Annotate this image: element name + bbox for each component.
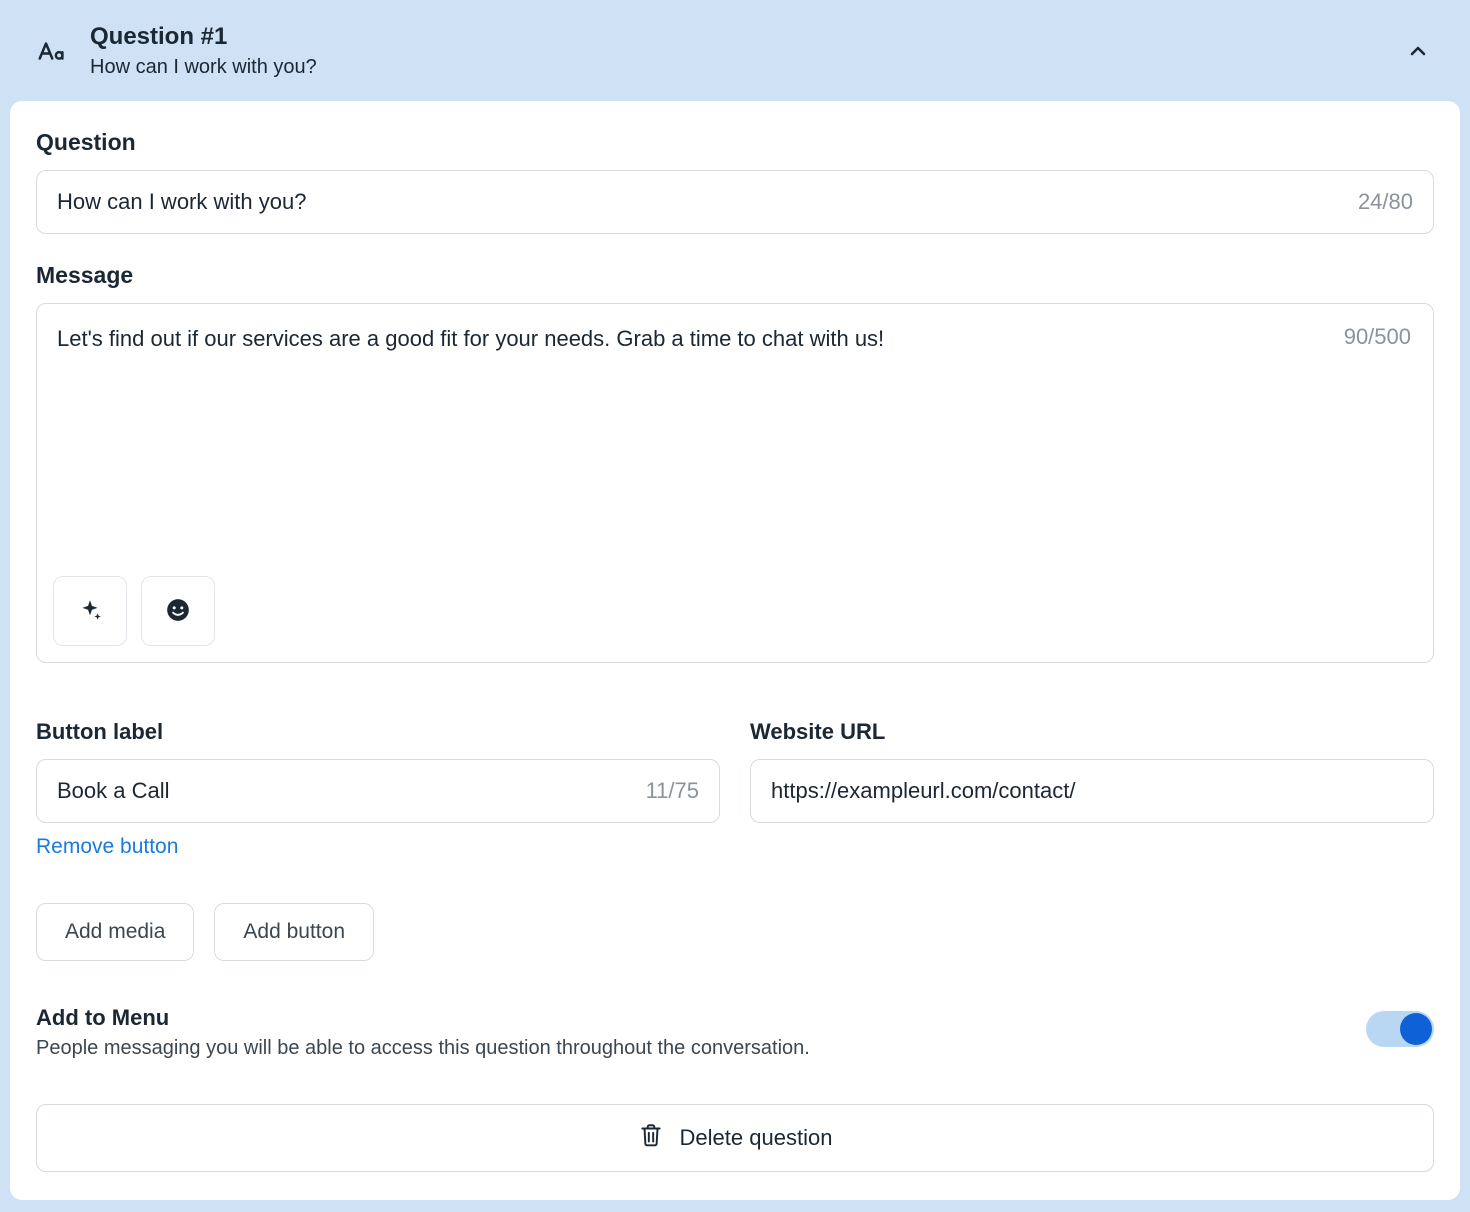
text-aa-icon [36, 36, 66, 66]
ai-assist-button[interactable] [53, 576, 127, 646]
chevron-up-icon[interactable] [1406, 39, 1430, 63]
add-button-button[interactable]: Add button [214, 903, 374, 961]
delete-question-button[interactable]: Delete question [36, 1104, 1434, 1172]
button-label-input[interactable] [37, 760, 719, 822]
message-label: Message [36, 262, 1434, 289]
add-to-menu-title: Add to Menu [36, 1005, 1336, 1031]
question-input-wrap: 24/80 [36, 170, 1434, 234]
question-header-title: Question #1 [90, 22, 1382, 52]
remove-button-link[interactable]: Remove button [36, 835, 178, 859]
question-header-subtitle: How can I work with you? [90, 56, 1382, 79]
add-media-button[interactable]: Add media [36, 903, 194, 961]
message-char-counter: 90/500 [1344, 324, 1411, 350]
add-to-menu-description: People messaging you will be able to acc… [36, 1037, 1336, 1060]
trash-icon [638, 1122, 664, 1154]
button-label-char-counter: 11/75 [646, 778, 699, 804]
question-input[interactable] [37, 171, 1433, 233]
message-toolbar [53, 576, 215, 646]
secondary-actions-row: Add media Add button [36, 903, 1434, 961]
add-to-menu-row: Add to Menu People messaging you will be… [36, 1005, 1434, 1060]
question-editor-card: Question 24/80 Message 90/500 [10, 101, 1460, 1200]
message-textarea[interactable] [57, 324, 1293, 554]
toggle-knob [1400, 1013, 1432, 1045]
question-label: Question [36, 129, 1434, 156]
website-url-input[interactable] [751, 760, 1433, 822]
message-input-wrap: 90/500 [36, 303, 1434, 663]
delete-question-label: Delete question [680, 1125, 833, 1151]
website-url-heading: Website URL [750, 719, 1434, 745]
sparkles-icon [77, 597, 103, 626]
question-accordion-header[interactable]: Question #1 How can I work with you? [0, 0, 1470, 101]
add-to-menu-toggle[interactable] [1366, 1011, 1434, 1047]
smiley-icon [165, 597, 191, 626]
question-header-text: Question #1 How can I work with you? [90, 22, 1382, 79]
button-label-heading: Button label [36, 719, 720, 745]
question-char-counter: 24/80 [1358, 189, 1413, 215]
emoji-picker-button[interactable] [141, 576, 215, 646]
add-to-menu-copy: Add to Menu People messaging you will be… [36, 1005, 1336, 1060]
website-url-input-wrap [750, 759, 1434, 823]
button-label-input-wrap: 11/75 [36, 759, 720, 823]
